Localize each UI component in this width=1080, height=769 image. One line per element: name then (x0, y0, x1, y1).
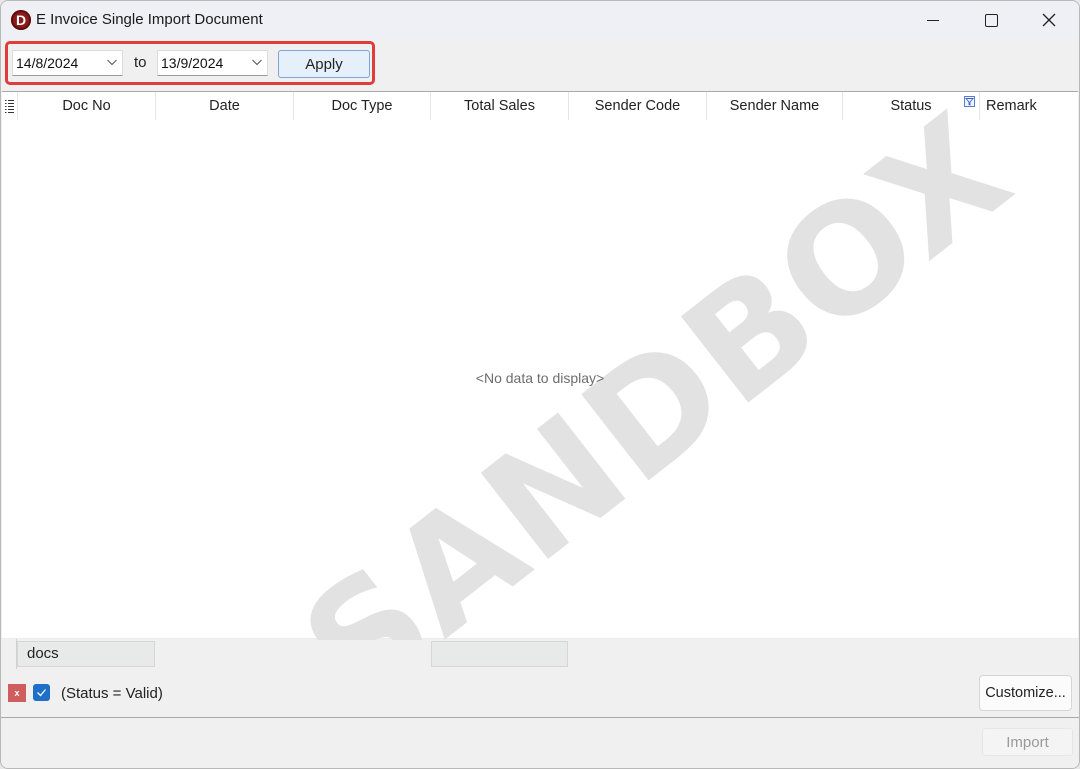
maximize-button[interactable] (962, 1, 1020, 39)
filter-enable-checkbox[interactable] (33, 684, 50, 701)
column-header-doc-no[interactable]: Doc No (17, 92, 155, 120)
import-button[interactable]: Import (982, 728, 1073, 756)
column-header-date[interactable]: Date (155, 92, 293, 120)
customize-button[interactable]: Customize... (979, 675, 1072, 711)
grid-header: Doc No Date Doc Type Total Sales Sender … (2, 92, 1078, 120)
close-button[interactable] (1020, 1, 1078, 39)
date-to-value: 13/9/2024 (161, 55, 224, 71)
column-header-remark[interactable]: Remark (979, 92, 1078, 120)
checkmark-icon (37, 689, 46, 697)
chevron-down-icon[interactable] (106, 56, 118, 68)
watermark-text: SANDBOX (272, 92, 1042, 640)
to-label: to (134, 54, 147, 71)
footer-doc-count: docs (17, 641, 155, 667)
filter-panel: x (Status = Valid) Customize... (1, 669, 1079, 718)
grid-footer: docs (2, 638, 1078, 670)
column-header-doc-type[interactable]: Doc Type (293, 92, 430, 120)
column-chooser-icon[interactable] (5, 99, 15, 113)
column-header-total-sales[interactable]: Total Sales (430, 92, 568, 120)
action-bar: Import (1, 718, 1079, 768)
date-from-value: 14/8/2024 (16, 55, 79, 71)
documents-grid: Doc No Date Doc Type Total Sales Sender … (2, 91, 1078, 671)
minimize-button[interactable] (904, 1, 962, 39)
empty-grid-message: <No data to display> (475, 370, 605, 386)
filter-expression[interactable]: (Status = Valid) (61, 685, 163, 702)
maximize-icon (984, 13, 998, 27)
apply-button[interactable]: Apply (278, 50, 370, 78)
date-filter-toolbar: 14/8/2024 to 13/9/2024 Apply (1, 39, 1079, 91)
column-header-sender-name[interactable]: Sender Name (706, 92, 842, 120)
import-document-window: D E Invoice Single Import Document 14/8/… (0, 0, 1080, 769)
date-from-picker[interactable]: 14/8/2024 (12, 50, 123, 76)
sandbox-watermark: SANDBOX (2, 92, 1078, 640)
column-filter-icon[interactable] (964, 96, 975, 107)
clear-filter-button[interactable]: x (8, 684, 26, 702)
column-header-sender-code[interactable]: Sender Code (568, 92, 706, 120)
chevron-down-icon[interactable] (251, 56, 263, 68)
app-logo-icon: D (11, 10, 31, 30)
column-header-status[interactable]: Status (842, 92, 979, 120)
close-icon (1042, 13, 1056, 27)
title-bar: D E Invoice Single Import Document (1, 1, 1079, 39)
date-to-picker[interactable]: 13/9/2024 (157, 50, 268, 76)
footer-total-sales (431, 641, 568, 667)
minimize-icon (927, 19, 939, 21)
window-title: E Invoice Single Import Document (36, 11, 263, 28)
